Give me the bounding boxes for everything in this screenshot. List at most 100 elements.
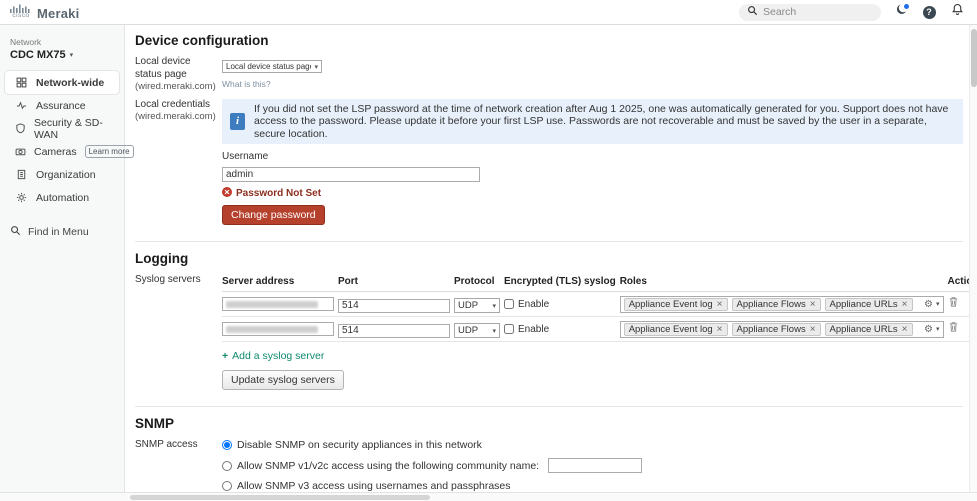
building-icon: [15, 169, 28, 180]
sidebar-item-automation[interactable]: Automation: [5, 186, 119, 209]
role-tag[interactable]: Appliance Event log ×: [623, 322, 728, 336]
update-syslog-servers-button[interactable]: Update syslog servers: [222, 370, 344, 391]
server-address-input[interactable]: [222, 297, 334, 312]
topbar: cisco Meraki ?: [0, 0, 977, 25]
remove-icon[interactable]: ×: [902, 299, 908, 310]
port-input[interactable]: [338, 298, 450, 313]
tls-checkbox[interactable]: [504, 299, 514, 310]
sidebar-item-network-wide[interactable]: Network-wide: [5, 71, 119, 94]
delete-row-button[interactable]: [948, 296, 959, 308]
app-body: Network CDC MX75 ▾ Network-wide Assuranc…: [0, 25, 977, 492]
gear-icon[interactable]: ⚙: [924, 299, 933, 310]
remove-icon[interactable]: ×: [902, 324, 908, 335]
sidebar-item-label: Automation: [36, 191, 90, 204]
chevron-down-icon: ▾: [492, 302, 496, 310]
sidebar: Network CDC MX75 ▾ Network-wide Assuranc…: [0, 25, 134, 492]
syslog-row: UDP ▾ Enable: [222, 316, 977, 343]
lsp-status-select[interactable]: Local device status page enabled ▾: [222, 60, 322, 73]
remove-icon[interactable]: ×: [810, 324, 816, 335]
cisco-wordmark: cisco: [12, 12, 30, 20]
main-content: Device configuration Local device status…: [125, 25, 977, 492]
change-password-button[interactable]: Change password: [222, 205, 325, 226]
server-address-input[interactable]: [222, 322, 334, 337]
username-input[interactable]: [222, 167, 480, 183]
sidebar-item-cameras[interactable]: Cameras Learn more: [5, 140, 134, 163]
info-icon: i: [230, 113, 245, 131]
dark-mode-toggle[interactable]: [893, 4, 909, 20]
roles-multiselect[interactable]: Appliance Event log × Appliance Flows × Ap…: [619, 295, 944, 313]
pulse-icon: [15, 100, 28, 111]
find-in-menu-label: Find in Menu: [28, 226, 89, 238]
snmp-v1v2c-radio[interactable]: [222, 460, 232, 471]
tls-enable-checkbox[interactable]: Enable: [504, 299, 616, 310]
syslog-row: UDP ▾ Enable: [222, 291, 977, 318]
error-icon: [222, 187, 232, 200]
sidebar-item-label: Cameras: [34, 145, 77, 158]
snmp-v3-option[interactable]: Allow SNMP v3 access using usernames and…: [222, 480, 963, 492]
search-icon: [747, 3, 758, 21]
shield-icon: [15, 123, 26, 134]
syslog-table: Server address Port Protocol Encrypted (…: [222, 274, 977, 343]
syslog-servers-label: Syslog servers: [135, 274, 201, 286]
delete-row-button[interactable]: [948, 321, 959, 333]
tls-enable-checkbox[interactable]: Enable: [504, 324, 616, 335]
bell-icon: [951, 3, 964, 21]
help-button[interactable]: ?: [921, 4, 937, 20]
add-syslog-server-link[interactable]: + Add a syslog server: [222, 350, 324, 362]
search-input[interactable]: [763, 6, 863, 18]
device-configuration-section: Device configuration Local device status…: [135, 33, 963, 241]
role-tag[interactable]: Appliance Event log ×: [623, 297, 728, 311]
remove-icon[interactable]: ×: [810, 299, 816, 310]
password-status-text: Password Not Set: [236, 188, 322, 200]
column-header: Encrypted (TLS) syslog: [504, 274, 620, 293]
lsp-label: Local device status page (wired.meraki.c…: [135, 56, 216, 92]
username-label: Username: [222, 151, 269, 163]
role-tag[interactable]: Appliance Flows ×: [731, 297, 821, 311]
snmp-access-label: SNMP access: [135, 439, 198, 451]
protocol-select[interactable]: UDP ▾: [454, 298, 500, 314]
network-wide-icon: [15, 77, 28, 88]
roles-multiselect[interactable]: Appliance Event log × Appliance Flows × Ap…: [619, 320, 944, 338]
sidebar-item-assurance[interactable]: Assurance: [5, 94, 119, 117]
remove-icon[interactable]: ×: [717, 324, 723, 335]
device-configuration-title: Device configuration: [135, 33, 269, 48]
port-input[interactable]: [338, 323, 450, 338]
remove-icon[interactable]: ×: [717, 299, 723, 310]
snmp-v3-radio[interactable]: [222, 481, 232, 492]
lsp-password-banner: i If you did not set the LSP password at…: [222, 98, 963, 145]
logging-section: Logging Syslog servers Server address Po…: [135, 241, 977, 406]
horizontal-scrollbar-thumb[interactable]: [130, 495, 430, 500]
role-tag[interactable]: Appliance Flows ×: [731, 322, 821, 336]
topbar-actions: ?: [739, 3, 965, 21]
sidebar-item-label: Network-wide: [36, 76, 105, 89]
column-header: Roles: [619, 274, 948, 293]
chevron-down-icon: ▾: [935, 326, 940, 334]
notifications-button[interactable]: [949, 3, 965, 21]
chevron-down-icon: ▾: [935, 301, 940, 309]
help-icon: ?: [922, 5, 936, 19]
local-credentials-label: Local credentials (wired.meraki.com): [135, 98, 216, 123]
sidebar-item-security-sd-wan[interactable]: Security & SD-WAN: [5, 117, 119, 141]
find-in-menu[interactable]: Find in Menu: [0, 225, 124, 239]
chevron-down-icon: ▾: [314, 63, 318, 71]
snmp-disable-radio[interactable]: [222, 440, 232, 451]
protocol-select[interactable]: UDP ▾: [454, 323, 500, 339]
snmp-title: SNMP: [135, 416, 175, 432]
syslog-header-row: Server address Port Protocol Encrypted (…: [222, 274, 977, 293]
role-tag[interactable]: Appliance URLs ×: [824, 322, 913, 336]
role-tag[interactable]: Appliance URLs ×: [824, 297, 913, 311]
redacted-value: [226, 325, 318, 333]
snmp-disable-option[interactable]: Disable SNMP on security appliances in t…: [222, 439, 963, 451]
cisco-logo-icon: cisco: [10, 4, 32, 20]
gear-icon[interactable]: ⚙: [924, 324, 933, 335]
vertical-scrollbar-thumb[interactable]: [971, 29, 977, 87]
network-picker[interactable]: Network CDC MX75 ▾: [0, 37, 124, 71]
snmp-v1v2c-option[interactable]: Allow SNMP v1/v2c access using the follo…: [222, 458, 963, 474]
meraki-logo[interactable]: cisco Meraki: [10, 4, 79, 20]
global-search[interactable]: [739, 3, 881, 21]
tls-checkbox[interactable]: [504, 324, 514, 335]
sidebar-item-organization[interactable]: Organization: [5, 163, 119, 186]
community-name-input[interactable]: [548, 458, 643, 474]
sidebar-item-label: Organization: [36, 168, 96, 181]
what-is-this-link[interactable]: What is this?: [222, 79, 271, 89]
